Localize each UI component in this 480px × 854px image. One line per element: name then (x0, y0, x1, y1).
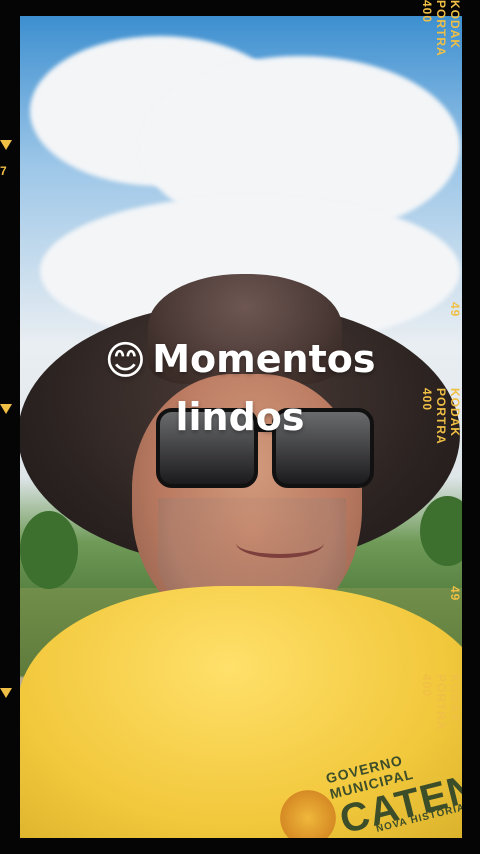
film-marking-middle-right: KODAK PORTRA 400 (420, 388, 462, 445)
caption-line-2: lindos (175, 395, 305, 439)
film-notch-icon (0, 140, 12, 150)
smiling-face-emoji: 😊 (104, 338, 147, 384)
film-notch-icon (0, 404, 12, 414)
tree (420, 496, 462, 566)
caption-line-1: 😊 Momentos (0, 340, 480, 381)
caption-text-1: Momentos (152, 337, 376, 381)
film-marking-number-lower: 49 (448, 586, 462, 602)
film-marking-left-number: 7 (0, 164, 8, 178)
mouth (236, 528, 324, 558)
film-notch-icon (0, 688, 12, 698)
film-marking-top-right: KODAK PORTRA 400 (420, 0, 462, 57)
shirt-print: GOVERNO MUNICIPAL CATENDE NOVA HISTÓRIA (320, 731, 462, 838)
tree (20, 511, 78, 589)
film-marking-bottom-right: KODAK PORTRA 400 (420, 674, 462, 731)
film-marking-number-middle: 49 (448, 302, 462, 318)
video-frame: GOVERNO MUNICIPAL CATENDE NOVA HISTÓRIA … (0, 0, 480, 854)
